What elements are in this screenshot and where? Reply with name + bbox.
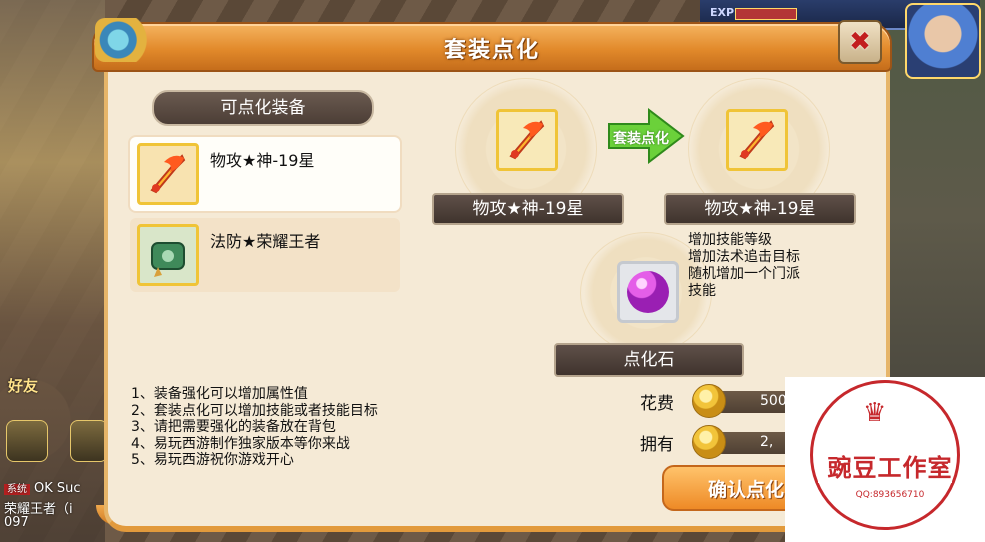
own-value: 2,	[760, 434, 774, 450]
flaming-sword-icon	[739, 120, 775, 160]
watermark-title: 豌豆工作室	[827, 454, 953, 482]
cost-label: 花费	[640, 394, 674, 414]
notes-list: 1、装备强化可以增加属性值 2、套装点化可以增加技能或者技能目标 3、请把需要强…	[131, 386, 378, 468]
effect-list: 增加技能等级 增加法术追击目标 随机增加一个门派 技能	[688, 232, 800, 300]
voice-icon[interactable]	[70, 420, 108, 462]
close-icon: ✖	[849, 27, 871, 57]
crown-icon: ♛	[863, 398, 887, 428]
stone-slot[interactable]	[617, 261, 679, 323]
chat-icon[interactable]	[6, 420, 48, 462]
arrow-label: 套装点化	[613, 131, 669, 147]
player-avatar[interactable]	[905, 3, 981, 79]
equipment-name: 法防★荣耀王者	[210, 232, 321, 251]
exp-bar	[735, 8, 797, 20]
note-line: 2、套装点化可以增加技能或者技能目标	[131, 402, 378, 419]
coin-icon	[692, 384, 726, 418]
chat-line-3: 097	[4, 515, 29, 530]
section-label: 可点化装备	[152, 90, 374, 126]
chat-line-1-text: OK Suc	[34, 481, 81, 496]
watermark-qq: QQ:893656710	[855, 490, 925, 500]
note-line: 1、装备强化可以增加属性值	[131, 386, 308, 402]
note-line: 4、易玩西游制作独家版本等你来战	[131, 435, 350, 452]
dialog-title-bar: 套装点化	[92, 22, 892, 72]
own-label: 拥有	[640, 435, 674, 455]
stone-label: 点化石	[554, 343, 744, 377]
purple-orb-icon	[627, 271, 669, 313]
close-button[interactable]: ✖	[838, 20, 882, 64]
target-slot	[726, 109, 788, 171]
note-line: 5、易玩西游祝你游戏开心	[131, 452, 294, 468]
source-name: 物攻★神-19星	[432, 193, 624, 225]
dialog-title: 套装点化	[443, 38, 540, 63]
jade-armor-icon	[137, 224, 199, 286]
cost-value: 500	[760, 393, 787, 409]
confirm-button[interactable]: 确认点化	[662, 465, 802, 511]
dragon-ornament-icon	[95, 18, 153, 62]
equipment-item[interactable]: 法防★荣耀王者	[130, 218, 400, 292]
equipment-item[interactable]: 物攻★神-19星	[130, 137, 400, 211]
chat-line-1: 系统 OK Suc	[4, 480, 81, 496]
friend-button[interactable]: 好友	[8, 375, 38, 396]
chat-system-tag: 系统	[4, 484, 30, 495]
exp-label: EXP	[710, 6, 735, 19]
note-line: 3、请把需要强化的装备放在背包	[131, 419, 336, 435]
flaming-sword-icon	[509, 120, 545, 160]
source-slot[interactable]	[496, 109, 558, 171]
flaming-sword-icon	[137, 143, 199, 205]
effect-line: 增加法术追击目标	[688, 249, 800, 265]
effect-line: 随机增加一个门派	[688, 266, 800, 282]
target-name: 物攻★神-19星	[664, 193, 856, 225]
coin-icon	[692, 425, 726, 459]
equipment-name: 物攻★神-19星	[210, 151, 315, 170]
effect-line: 技能	[688, 283, 716, 299]
effect-line: 增加技能等级	[688, 232, 772, 248]
